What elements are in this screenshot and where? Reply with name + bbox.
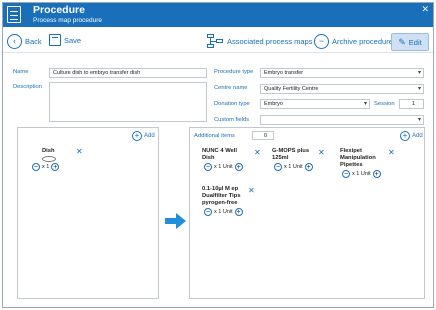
add-label: Add: [412, 133, 423, 139]
quantity-stepper: − x 1 Unit +: [202, 163, 250, 171]
plus-icon[interactable]: +: [372, 170, 381, 178]
centre-name-label: Centre name: [214, 85, 248, 91]
minus-icon[interactable]: −: [204, 163, 212, 171]
plus-icon: +: [400, 131, 410, 141]
minus-icon[interactable]: −: [204, 208, 212, 216]
item-qty: x 1 Unit: [214, 209, 233, 215]
quantity-stepper: − x 1 Unit +: [340, 170, 388, 178]
edit-label: Edit: [408, 37, 422, 47]
name-label: Name: [13, 69, 29, 75]
session-stepper[interactable]: 1: [399, 99, 424, 109]
window-title: Procedure: [33, 4, 85, 16]
remove-icon[interactable]: ✕: [248, 186, 255, 195]
plus-icon[interactable]: +: [234, 163, 243, 171]
chevron-left-icon: ‹: [7, 34, 22, 49]
back-button[interactable]: ‹ Back: [7, 34, 42, 49]
title-bar: Procedure Process map procedure ✕: [3, 3, 433, 27]
minus-icon[interactable]: −: [32, 163, 40, 171]
quantity-stepper: − x 1 Unit +: [272, 163, 316, 171]
item-qty: x 1: [42, 164, 50, 170]
name-field[interactable]: Culture dish to embryo transfer dish: [49, 68, 207, 78]
add-label: Add: [144, 133, 155, 139]
donation-type-label: Donation type: [214, 101, 250, 107]
quantity-stepper: − x 1 +: [30, 163, 61, 171]
minus-icon[interactable]: −: [342, 170, 350, 178]
plus-icon[interactable]: +: [51, 163, 60, 171]
item-qty: x 1 Unit: [284, 164, 303, 170]
centre-name-select[interactable]: Quality Fertility Centre: [260, 84, 424, 94]
item-name: Flexipet Manipulation Pipettes: [340, 148, 376, 168]
custom-fields-label: Custom fields: [214, 117, 250, 123]
remove-icon[interactable]: ✕: [76, 147, 83, 156]
procedure-type-select[interactable]: Embryo transfer: [260, 68, 424, 78]
edit-button[interactable]: ✎ Edit: [391, 33, 429, 51]
associated-process-maps-button[interactable]: Associated process maps: [207, 34, 312, 48]
clipboard-icon: [7, 6, 21, 23]
arrow-right-icon: [165, 213, 186, 229]
add-item-button[interactable]: + Add: [132, 131, 155, 141]
window-subtitle: Process map procedure: [33, 17, 103, 24]
item-name: Dish: [42, 148, 55, 154]
item-name: NUNC 4 Well Dish: [202, 148, 238, 161]
procedure-type-label: Procedure type: [214, 69, 254, 75]
list-item: Flexipet Manipulation Pipettes − x 1 Uni…: [340, 148, 388, 178]
additional-items-stepper[interactable]: 0: [252, 131, 274, 140]
plus-icon[interactable]: +: [234, 208, 243, 216]
list-item: NUNC 4 Well Dish − x 1 Unit +: [202, 148, 250, 171]
archive-procedure-button[interactable]: − Archive procedure: [314, 34, 393, 49]
quantity-stepper: − x 1 Unit +: [202, 208, 256, 216]
procedure-window: Procedure Process map procedure ✕ ‹ Back…: [2, 2, 434, 308]
item-qty: x 1 Unit: [214, 164, 233, 170]
close-icon[interactable]: ✕: [421, 4, 429, 15]
pencil-icon: ✎: [398, 36, 406, 47]
back-label: Back: [25, 37, 42, 46]
save-icon: [49, 34, 61, 46]
associated-label: Associated process maps: [227, 36, 313, 46]
procedure-items-panel: + Add Dish − x 1 + ✕: [17, 127, 159, 299]
archive-label: Archive procedure: [332, 37, 393, 46]
item-name: G-MOPS plus 125ml: [272, 148, 310, 161]
list-item: Dish − x 1 +: [30, 148, 61, 171]
donation-type-select[interactable]: Embryo: [260, 99, 370, 109]
remove-icon[interactable]: ✕: [388, 148, 395, 157]
save-label: Save: [64, 35, 82, 45]
plus-icon[interactable]: +: [304, 163, 313, 171]
save-button[interactable]: Save: [49, 34, 81, 46]
custom-fields-select[interactable]: [260, 115, 424, 125]
session-label: Session: [374, 101, 395, 107]
remove-icon[interactable]: ✕: [318, 148, 325, 157]
item-qty: x 1 Unit: [352, 171, 371, 177]
minus-icon: −: [314, 34, 329, 49]
additional-items-label: Additional items: [194, 133, 235, 139]
list-item: G-MOPS plus 125ml − x 1 Unit +: [272, 148, 316, 171]
toolbar: ‹ Back Save Associated process maps − Ar…: [3, 31, 433, 53]
additional-items-panel: Additional items 0 + Add NUNC 4 Well Dis…: [189, 127, 425, 299]
add-additional-button[interactable]: + Add: [400, 131, 423, 141]
remove-icon[interactable]: ✕: [254, 148, 261, 157]
minus-icon[interactable]: −: [274, 163, 282, 171]
plus-icon: +: [132, 131, 142, 141]
description-label: Description: [13, 84, 42, 90]
process-map-icon: [207, 34, 224, 48]
description-field[interactable]: [49, 82, 207, 122]
dish-icon: [42, 156, 56, 162]
